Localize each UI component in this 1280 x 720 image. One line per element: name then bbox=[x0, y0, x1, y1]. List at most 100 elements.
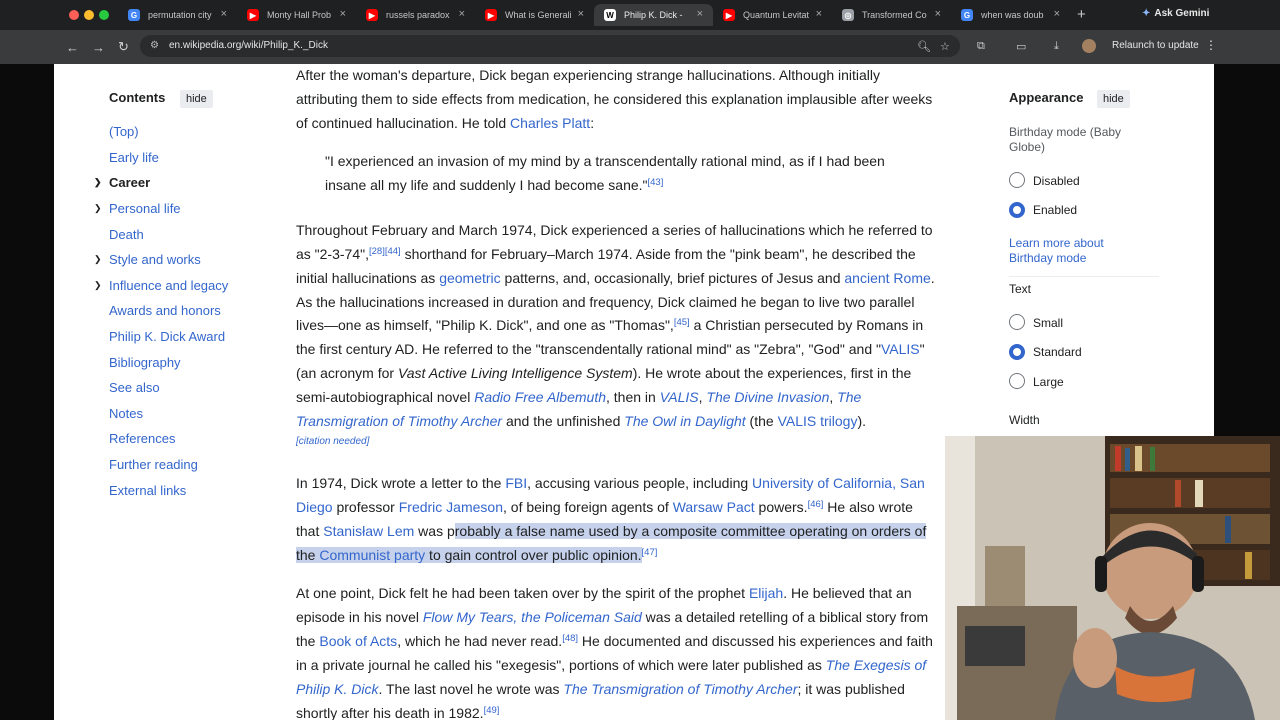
link-flow-my-tears[interactable]: Flow My Tears, the Policeman Said bbox=[423, 609, 642, 625]
link-valis-trilogy[interactable]: VALIS trilogy bbox=[778, 413, 858, 429]
zoom-icon[interactable]: 🔍︎ bbox=[917, 40, 931, 53]
link-stanislaw-lem[interactable]: Stanisław Lem bbox=[323, 523, 414, 539]
browser-tab[interactable]: ◎ Transformed Co × bbox=[832, 4, 951, 26]
browser-tab-strip: Gpermutation city × ▶ Monty Hall Prob × ▶ russ… bbox=[0, 0, 1280, 30]
close-tab-icon[interactable]: × bbox=[459, 8, 465, 20]
link-fbi[interactable]: FBI bbox=[505, 475, 527, 491]
link-elijah[interactable]: Elijah bbox=[749, 585, 783, 601]
link-transmigration[interactable]: Transmigration of Timothy Archer bbox=[296, 413, 502, 429]
toc-item-personal-life[interactable]: ❯ Personal life bbox=[94, 196, 297, 222]
link-warsaw-pact[interactable]: Warsaw Pact bbox=[673, 499, 755, 515]
chevron-right-icon[interactable]: ❯ bbox=[94, 280, 102, 291]
birthday-disabled-radio[interactable] bbox=[1009, 172, 1025, 188]
birthday-enabled-label[interactable]: Enabled bbox=[1033, 203, 1077, 217]
site-info-icon[interactable]: ⚙ bbox=[150, 40, 159, 51]
toc-hide-button[interactable]: hide bbox=[180, 90, 213, 108]
close-tab-icon[interactable]: × bbox=[697, 8, 703, 20]
ref-44[interactable]: [44] bbox=[385, 246, 401, 257]
ref-45[interactable]: [45] bbox=[674, 317, 690, 328]
text-large-label[interactable]: Large bbox=[1033, 375, 1064, 389]
link-radio-free-albemuth[interactable]: Radio Free Albemuth bbox=[474, 389, 606, 405]
profile-avatar[interactable] bbox=[1082, 39, 1096, 53]
ref-46[interactable]: [46] bbox=[808, 499, 824, 510]
chevron-right-icon[interactable]: ❯ bbox=[94, 177, 102, 188]
birthday-disabled-label[interactable]: Disabled bbox=[1033, 174, 1080, 188]
text-standard-radio[interactable] bbox=[1009, 344, 1025, 360]
appearance-hide-button[interactable]: hide bbox=[1097, 90, 1130, 108]
close-tab-icon[interactable]: × bbox=[1054, 8, 1060, 20]
link-ancient-rome[interactable]: ancient Rome bbox=[844, 270, 930, 286]
toc-item-notes[interactable]: Notes bbox=[97, 401, 297, 427]
browser-tab[interactable]: ▶ Quantum Levitat × bbox=[713, 4, 832, 26]
link-exegesis[interactable]: Philip K. Dick bbox=[296, 681, 378, 697]
link-owl-in-daylight[interactable]: The Owl in Daylight bbox=[624, 413, 745, 429]
link-fredric-jameson[interactable]: Fredric Jameson bbox=[399, 499, 503, 515]
ref-43[interactable]: [43] bbox=[648, 177, 664, 188]
chevron-right-icon[interactable]: ❯ bbox=[94, 203, 102, 214]
link-valis-novel[interactable]: VALIS bbox=[660, 389, 699, 405]
close-tab-icon[interactable]: × bbox=[221, 8, 227, 20]
new-tab-button[interactable]: + bbox=[1077, 6, 1086, 23]
downloads-icon[interactable]: ⤓ bbox=[1054, 40, 1059, 53]
forward-button[interactable]: → bbox=[92, 40, 105, 55]
birthday-enabled-radio[interactable] bbox=[1009, 202, 1025, 218]
link-communist-party[interactable]: Communist party bbox=[319, 547, 425, 563]
toc-item-further-reading[interactable]: Further reading bbox=[97, 452, 297, 478]
ref-28[interactable]: [28] bbox=[369, 246, 385, 257]
toc-item-awards-and-honors[interactable]: Awards and honors bbox=[97, 298, 297, 324]
toc-item-death[interactable]: Death bbox=[97, 221, 297, 247]
back-button[interactable]: ← bbox=[66, 40, 79, 55]
link-charles-platt[interactable]: Charles Platt bbox=[510, 115, 590, 131]
close-tab-icon[interactable]: × bbox=[578, 8, 584, 20]
ask-gemini-button[interactable]: ✦ Ask Gemini bbox=[1142, 8, 1209, 19]
zoom-window-button[interactable] bbox=[99, 10, 109, 20]
text-small-radio[interactable] bbox=[1009, 314, 1025, 330]
link-divine-invasion[interactable]: The Divine Invasion bbox=[706, 389, 829, 405]
ref-47[interactable]: [47] bbox=[642, 547, 658, 558]
browser-tab[interactable]: ▶ Monty Hall Prob × bbox=[237, 4, 356, 26]
text: He documented and discussed his experien… bbox=[578, 633, 933, 649]
extensions-icon[interactable]: ⧉ bbox=[977, 40, 985, 53]
browser-tab[interactable]: Gwhen was doub × bbox=[951, 4, 1070, 26]
toc-item-early-life[interactable]: Early life bbox=[97, 145, 297, 171]
toc-item-style-and-works[interactable]: ❯ Style and works bbox=[94, 247, 297, 273]
citation-needed[interactable]: [citation needed] bbox=[296, 430, 369, 454]
browser-tab[interactable]: ▶ russels paradox × bbox=[356, 4, 475, 26]
browser-tab[interactable]: W Philip K. Dick - × bbox=[594, 4, 713, 26]
browser-tab[interactable]: ▶ What is Generali × bbox=[475, 4, 594, 26]
close-window-button[interactable] bbox=[69, 10, 79, 20]
side-panel-icon[interactable]: ▭ bbox=[1016, 40, 1026, 53]
learn-more-birthday-link[interactable]: Learn more about Birthday mode bbox=[1009, 236, 1139, 266]
link-ucsd[interactable]: Diego bbox=[296, 499, 333, 515]
close-tab-icon[interactable]: × bbox=[816, 8, 822, 20]
link-transmigration[interactable]: The Transmigration of Timothy Archer bbox=[563, 681, 797, 697]
close-tab-icon[interactable]: × bbox=[935, 8, 941, 20]
toc-item-references[interactable]: References bbox=[97, 426, 297, 452]
toc-item-top[interactable]: (Top) bbox=[97, 119, 297, 145]
link-valis[interactable]: VALIS bbox=[881, 341, 920, 357]
browser-tab[interactable]: Gpermutation city × bbox=[118, 4, 237, 26]
toc-item-bibliography[interactable]: Bibliography bbox=[97, 349, 297, 375]
ref-48[interactable]: [48] bbox=[562, 633, 578, 644]
bookmark-star-icon[interactable]: ☆ bbox=[940, 40, 950, 53]
reload-button[interactable]: ↻ bbox=[118, 39, 129, 55]
relaunch-to-update-button[interactable]: Relaunch to update bbox=[1112, 40, 1199, 51]
toc-item-external-links[interactable]: External links bbox=[97, 477, 297, 503]
text-small-label[interactable]: Small bbox=[1033, 316, 1063, 330]
toc-item-influence-and-legacy[interactable]: ❯ Influence and legacy bbox=[94, 273, 297, 299]
link-geometric[interactable]: geometric bbox=[439, 270, 500, 286]
toc-item-career[interactable]: ❯ Career bbox=[94, 170, 297, 196]
text-standard-label[interactable]: Standard bbox=[1033, 345, 1082, 359]
chevron-right-icon[interactable]: ❯ bbox=[94, 254, 102, 265]
minimize-window-button[interactable] bbox=[84, 10, 94, 20]
link-book-of-acts[interactable]: Book of Acts bbox=[319, 633, 397, 649]
ref-49[interactable]: [49] bbox=[484, 705, 500, 716]
toc-item-see-also[interactable]: See also bbox=[97, 375, 297, 401]
link-exegesis[interactable]: The Exegesis of bbox=[826, 657, 926, 673]
text-large-radio[interactable] bbox=[1009, 373, 1025, 389]
browser-menu-icon[interactable]: ⋮ bbox=[1205, 38, 1217, 52]
link-transmigration[interactable]: The bbox=[837, 389, 861, 405]
close-tab-icon[interactable]: × bbox=[340, 8, 346, 20]
link-ucsd[interactable]: University of California, San bbox=[752, 475, 925, 491]
toc-item-pkd-award[interactable]: Philip K. Dick Award bbox=[97, 324, 297, 350]
